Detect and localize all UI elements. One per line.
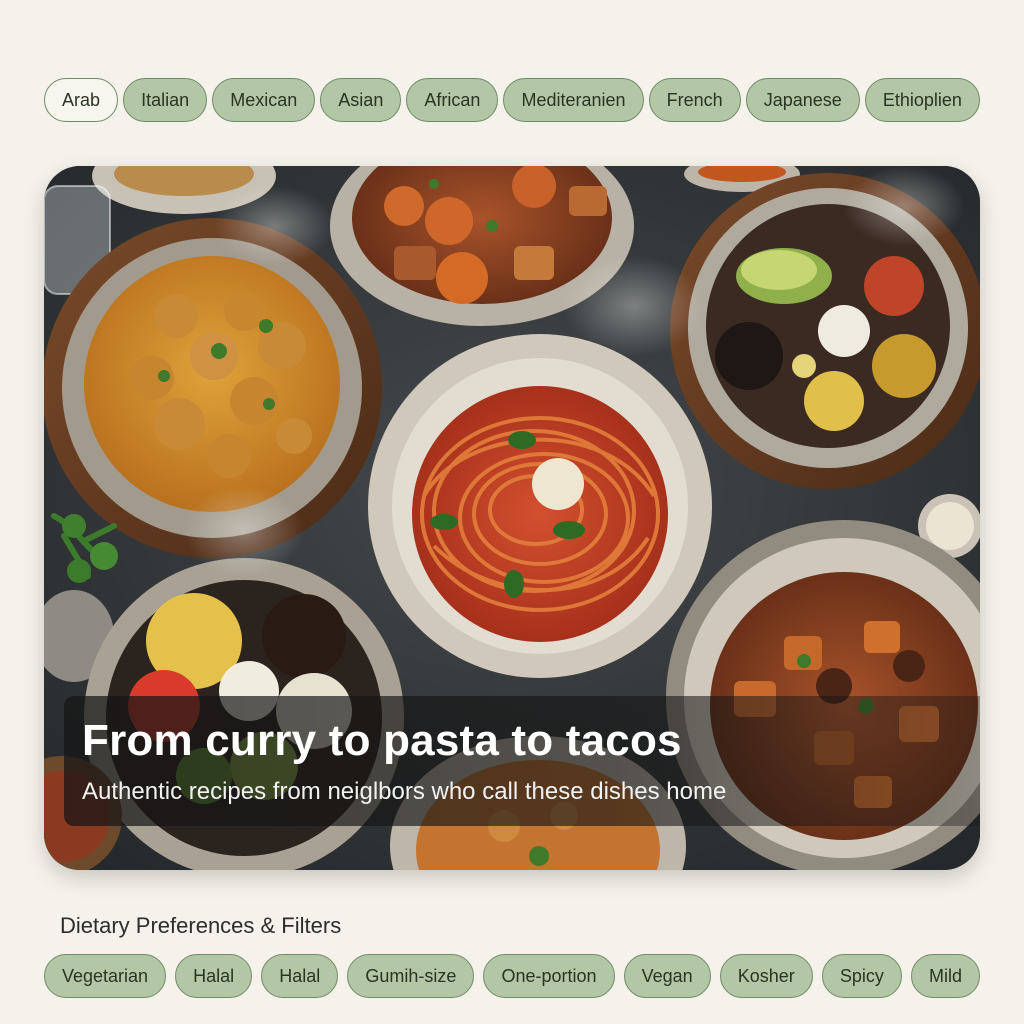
cuisine-chip-african[interactable]: African — [406, 78, 499, 122]
cuisine-chip-italian[interactable]: Italian — [123, 78, 208, 122]
dietary-chip-gumih-size[interactable]: Gumih-size — [347, 954, 475, 998]
dietary-chip-vegetarian[interactable]: Vegetarian — [44, 954, 167, 998]
dietary-chip-kosher[interactable]: Kosher — [719, 954, 813, 998]
hero-subtitle: Authentic recipes from neiglbors who cal… — [82, 778, 727, 805]
cuisine-chip-arab[interactable]: Arab — [44, 78, 119, 122]
hero-title: From curry to pasta to tacos — [82, 716, 682, 765]
cuisine-chip-mediterranean[interactable]: Mediteranien — [503, 78, 644, 122]
dietary-chip-one-portion[interactable]: One-portion — [483, 954, 615, 998]
cuisine-chip-mexican[interactable]: Mexican — [212, 78, 316, 122]
dietary-chip-spicy[interactable]: Spicy — [821, 954, 902, 998]
dietary-chip-vegan[interactable]: Vegan — [623, 954, 711, 998]
dietary-chip-halal[interactable]: Halal — [175, 954, 253, 998]
dietary-chip-halal-2[interactable]: Halal — [261, 954, 339, 998]
cuisine-filter-bar: Arab Italian Mexican Asian African Medit… — [44, 78, 980, 122]
cuisine-chip-ethiopian[interactable]: Ethioplien — [864, 78, 980, 122]
cuisine-chip-asian[interactable]: Asian — [320, 78, 402, 122]
dietary-chip-mild[interactable]: Mild — [910, 954, 980, 998]
cuisine-chip-japanese[interactable]: Japanese — [745, 78, 860, 122]
cuisine-chip-french[interactable]: French — [648, 78, 741, 122]
dietary-filter-bar: Vegetarian Halal Halal Gumih-size One-po… — [44, 954, 980, 998]
dietary-section-title: Dietary Preferences & Filters — [60, 913, 342, 938]
recipe-page: Arab Italian Mexican Asian African Medit… — [0, 0, 1024, 1024]
